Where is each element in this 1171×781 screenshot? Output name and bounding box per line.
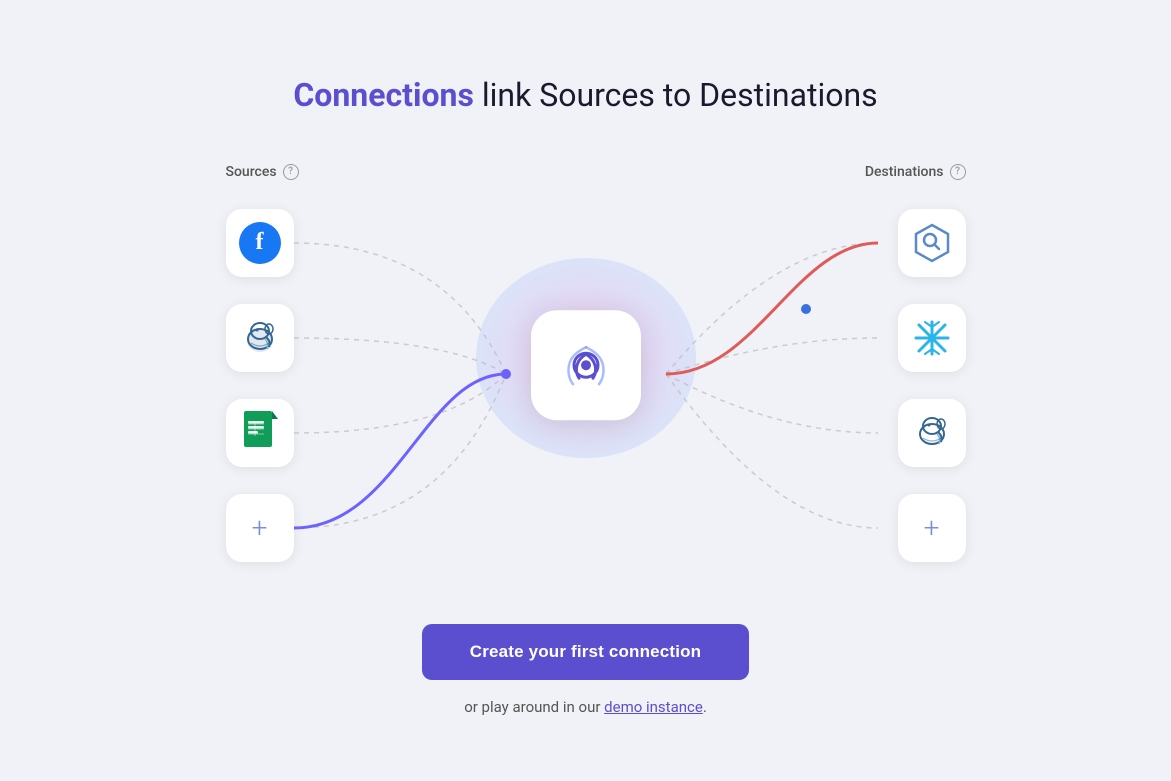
facebook-icon: f [239,222,281,264]
sheets-icon [242,411,278,455]
source-postgres-card[interactable] [226,304,294,372]
postgres-src-icon [239,317,281,359]
hub-card [531,310,641,420]
destination-add-card[interactable]: + [898,494,966,562]
destinations-label: Destinations ? [865,164,966,180]
hub-logo [554,333,618,397]
create-connection-button[interactable]: Create your first connection [422,624,749,680]
title-rest: link Sources to Destinations [474,76,878,114]
destination-snowflake-card[interactable] [898,304,966,372]
source-facebook-card[interactable]: f [226,209,294,277]
title-highlight: Connections [293,76,474,114]
destination-postgres-card[interactable] [898,399,966,467]
demo-instance-link[interactable]: demo instance [604,698,703,716]
source-add-card[interactable]: + [226,494,294,562]
destination-search-card[interactable] [898,209,966,277]
page-container: Connections link Sources to Destinations… [0,36,1171,746]
postgres-dst-icon [911,412,953,454]
page-title: Connections link Sources to Destinations [293,76,877,114]
sources-label: Sources ? [226,164,299,180]
search-dest-icon [911,222,953,264]
destinations-help-icon[interactable]: ? [950,164,966,180]
destination-add-icon: + [924,514,940,542]
snowflake-icon [912,318,952,358]
source-add-icon: + [252,514,268,542]
footer-text: or play around in our demo instance. [464,698,707,716]
sources-help-icon[interactable]: ? [283,164,299,180]
source-sheets-card[interactable] [226,399,294,467]
diagram-area: Sources ? Destinations ? [196,164,976,584]
